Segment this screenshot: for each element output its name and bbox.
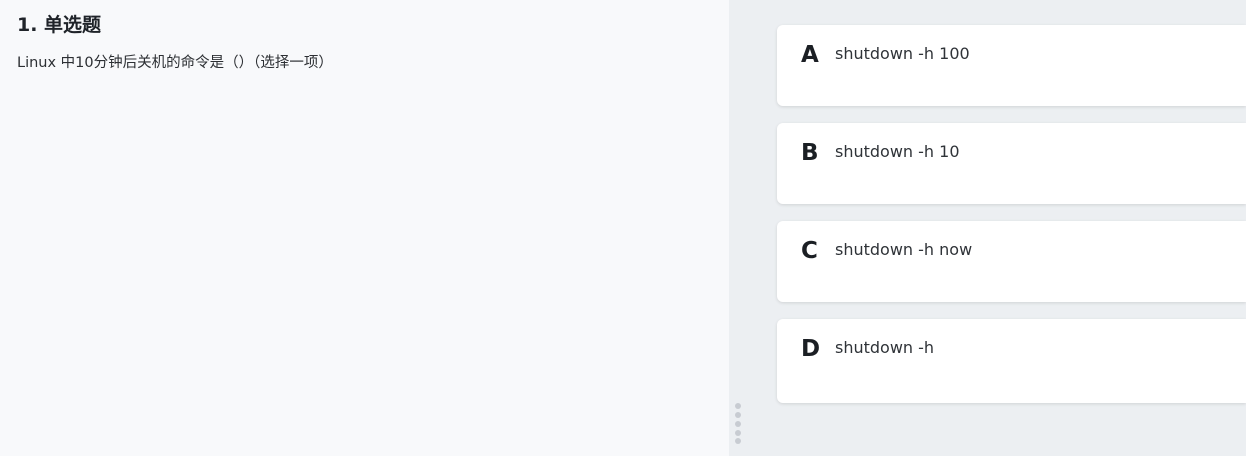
option-b-text: shutdown -h 10 (835, 142, 960, 161)
option-a-text: shutdown -h 100 (835, 44, 970, 63)
drag-handle-dot (735, 430, 741, 436)
option-b-card[interactable]: B shutdown -h 10 (777, 123, 1246, 204)
option-b-letter: B (801, 140, 819, 166)
drag-handle-icon[interactable] (733, 403, 743, 444)
question-title: 1. 单选题 (17, 14, 102, 36)
option-c-letter: C (801, 238, 818, 264)
options-pane: A shutdown -h 100 B shutdown -h 10 C shu… (729, 0, 1246, 456)
drag-handle-dot (735, 421, 741, 427)
option-d-letter: D (801, 336, 821, 362)
drag-handle-dot (735, 403, 741, 409)
option-c-card[interactable]: C shutdown -h now (777, 221, 1246, 302)
question-text: Linux 中10分钟后关机的命令是（）（选择一项） (17, 55, 333, 71)
drag-handle-dot (735, 438, 741, 444)
drag-handle-dot (735, 412, 741, 418)
option-c-text: shutdown -h now (835, 240, 973, 259)
question-pane: 1. 单选题 Linux 中10分钟后关机的命令是（）（选择一项） (0, 0, 729, 456)
option-a-letter: A (801, 42, 819, 68)
option-a-card[interactable]: A shutdown -h 100 (777, 25, 1246, 106)
option-d-card[interactable]: D shutdown -h (777, 319, 1246, 403)
option-d-text: shutdown -h (835, 338, 935, 357)
